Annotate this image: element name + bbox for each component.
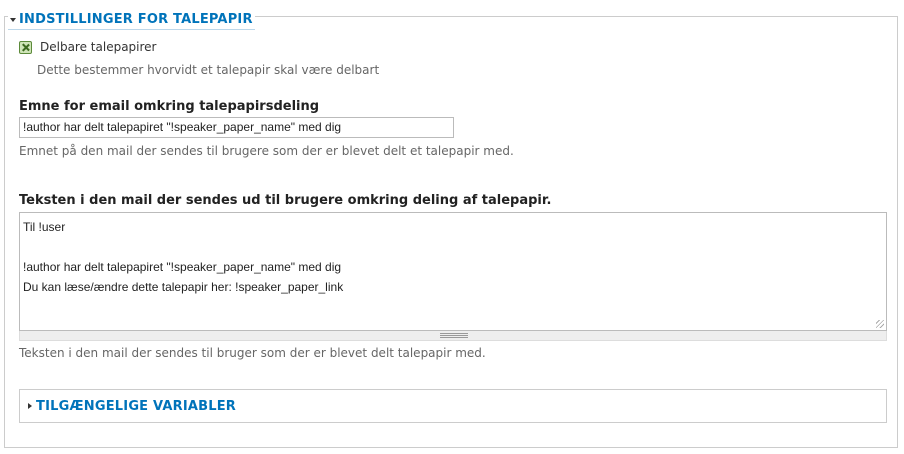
variables-legend-link[interactable]: TILGÆNGELIGE VARIABLER (36, 399, 236, 414)
expand-triangle-icon (28, 403, 32, 409)
fieldset-legend-link[interactable]: INDSTILLINGER FOR TALEPAPIR (19, 11, 253, 29)
collapse-triangle-icon (10, 18, 16, 22)
email-body-description: Teksten i den mail der sendes til bruger… (19, 346, 486, 360)
email-body-wrapper: Til !user !author har delt talepapiret "… (19, 212, 887, 341)
email-subject-label: Emne for email omkring talepapirsdeling (19, 99, 320, 114)
shareable-checkbox[interactable] (19, 40, 32, 54)
shareable-checkbox-label[interactable]: Delbare talepapirer (40, 40, 156, 54)
email-body-textarea[interactable]: Til !user !author har delt talepapiret "… (19, 212, 887, 331)
shareable-checkbox-row[interactable]: Delbare talepapirer (19, 40, 156, 54)
grip-icon (440, 333, 468, 338)
email-subject-input[interactable]: !author har delt talepapiret "!speaker_p… (19, 117, 454, 138)
variables-fieldset[interactable]: TILGÆNGELIGE VARIABLER (19, 389, 887, 423)
email-body-label: Teksten i den mail der sendes ud til bru… (19, 193, 552, 208)
email-subject-description: Emnet på den mail der sendes til brugere… (19, 144, 514, 158)
fieldset-legend[interactable]: INDSTILLINGER FOR TALEPAPIR (8, 11, 255, 30)
email-body-text: Til !user !author har delt talepapiret "… (23, 220, 344, 294)
resize-corner-icon[interactable] (876, 320, 884, 328)
shareable-description: Dette bestemmer hvorvidt et talepapir sk… (37, 63, 380, 77)
textarea-resize-handle[interactable] (19, 331, 887, 341)
